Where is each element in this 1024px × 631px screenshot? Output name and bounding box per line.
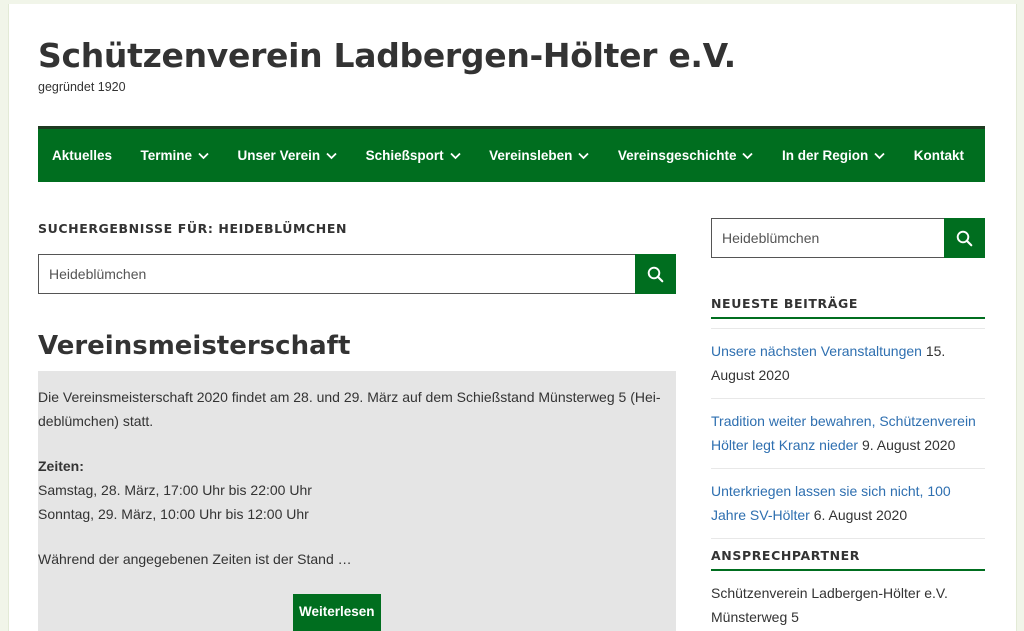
list-item: Unterkriegen lassen sie sich nicht, 100 … [711, 468, 985, 539]
chevron-down-icon [578, 152, 590, 159]
nav-item-label: Unser Verein [237, 148, 321, 163]
search-icon [647, 266, 664, 282]
site-tagline: gegründet 1920 [38, 80, 126, 94]
page: Schützenverein Ladbergen-Hölter e.V. geg… [8, 4, 1017, 631]
main-search-form [38, 254, 676, 294]
recent-posts-title: NEUESTE BEITRÄGE [711, 296, 985, 319]
chevron-down-icon [326, 152, 337, 159]
contact-info: Schützenverein Ladbergen-Hölter e.V. Mün… [711, 581, 948, 629]
post-title[interactable]: Vereinsmeisterschaft [38, 331, 350, 361]
chevron-down-icon [874, 152, 885, 159]
nav-item-in-der-region[interactable]: In der Region [782, 148, 885, 163]
nav-item-vereinsgeschichte[interactable]: Vereinsgeschichte [618, 148, 754, 163]
recent-post-date: 9. August 2020 [861, 437, 956, 453]
nav-item-aktuelles[interactable]: Aktuelles [52, 148, 112, 163]
nav-item-label: Kontakt [913, 148, 964, 163]
search-results-heading: SUCHERGEBNISSE FÜR: HEIDEBLÜMCHEN [38, 221, 348, 236]
excerpt-paragraph: Die Vereinsmeisterschaft 2020 findet am … [38, 389, 661, 429]
list-item: Unsere nächsten Veranstaltungen 15. Augu… [711, 328, 985, 398]
nav-item-label: Vereinsleben [489, 148, 573, 163]
nav-item-kontakt[interactable]: Kontakt [914, 148, 964, 163]
nav-item-label: Aktuelles [52, 148, 113, 163]
contact-address: Münsterweg 5 [711, 609, 799, 625]
excerpt-paragraph: Während der angegebenen Zeiten ist der S… [38, 551, 352, 567]
site-title[interactable]: Schützenverein Ladbergen-Hölter e.V. [38, 36, 736, 75]
time-saturday: Samstag, 28. März, 17:00 Uhr bis 22:00 U… [38, 482, 312, 498]
sidebar-search-form [711, 218, 985, 258]
excerpt-times: Zeiten: Samstag, 28. März, 17:00 Uhr bis… [38, 454, 676, 526]
main-search-button[interactable] [635, 254, 676, 294]
main-search-input[interactable] [38, 254, 635, 294]
nav-item-unser-verein[interactable]: Unser Verein [238, 148, 338, 163]
recent-posts-list: Unsere nächsten Veranstaltungen 15. Augu… [711, 328, 985, 539]
read-more-button[interactable]: Weiterlesen [293, 594, 381, 631]
search-icon [956, 230, 973, 246]
chevron-down-icon [198, 152, 209, 159]
time-sunday: Sonntag, 29. März, 10:00 Uhr bis 12:00 U… [38, 506, 309, 522]
sidebar-search-button[interactable] [944, 218, 985, 258]
nav-item-schiesssport[interactable]: Schießsport [366, 148, 461, 163]
recent-post-date: 6. August 2020 [813, 507, 908, 523]
chevron-down-icon [449, 152, 461, 159]
chevron-down-icon [742, 152, 754, 159]
list-item: Tradition weiter bewahren, Schützenverei… [711, 398, 985, 468]
nav-item-vereinsleben[interactable]: Vereinsleben [489, 148, 590, 163]
nav-item-label: Vereinsgeschichte [617, 148, 737, 163]
post-excerpt: Die Vereinsmeisterschaft 2020 findet am … [38, 371, 676, 631]
recent-post-link[interactable]: Unsere nächsten Veranstaltungen [711, 343, 922, 359]
sidebar-search-input[interactable] [711, 218, 944, 258]
nav-item-label: In der Region [781, 148, 869, 163]
nav-item-label: Schießsport [365, 148, 444, 163]
times-label: Zeiten: [38, 458, 84, 474]
nav-item-label: Termine [140, 148, 193, 163]
contact-name: Schützenverein Ladbergen-Hölter e.V. [711, 585, 948, 601]
main-navigation: Aktuelles Termine Unser Verein Schießspo… [38, 126, 985, 182]
contact-widget-title: ANSPRECHPARTNER [711, 548, 985, 571]
nav-item-termine[interactable]: Termine [141, 148, 210, 163]
